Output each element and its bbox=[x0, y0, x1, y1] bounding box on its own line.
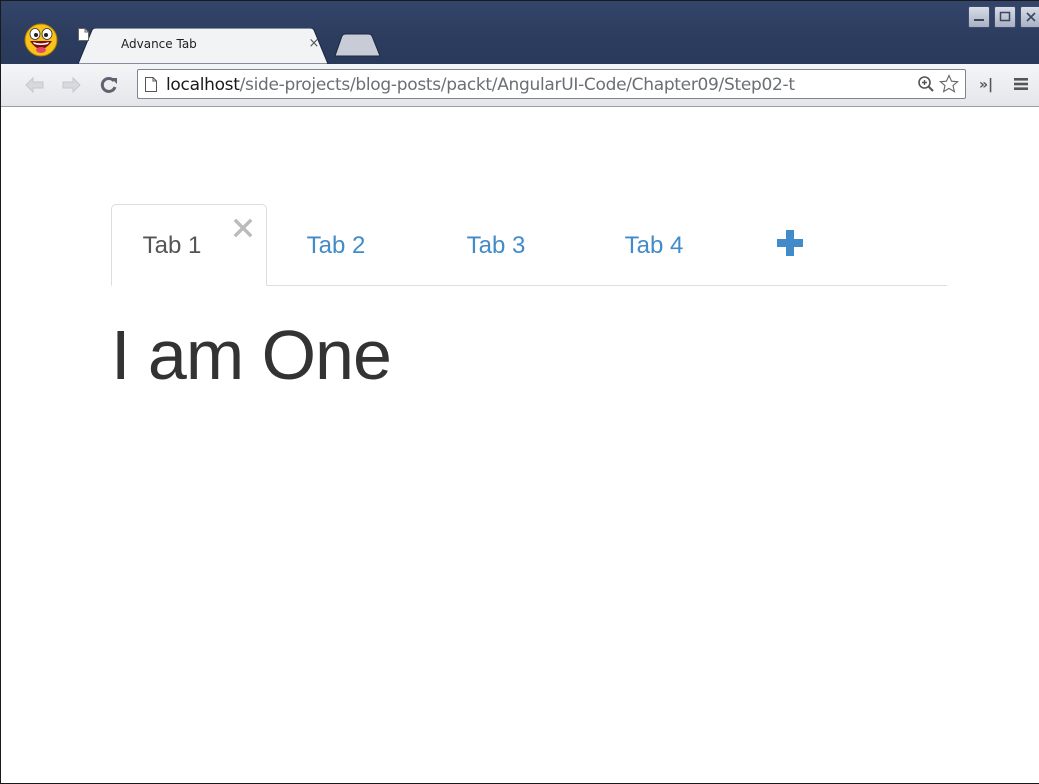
tab-label: Tab 3 bbox=[466, 232, 526, 259]
tab-label: Tab 4 bbox=[624, 232, 684, 259]
star-icon[interactable] bbox=[939, 74, 959, 94]
reload-icon[interactable] bbox=[99, 75, 119, 95]
close-icon[interactable] bbox=[232, 217, 254, 239]
tab-3[interactable]: Tab 3 bbox=[429, 204, 563, 286]
close-icon[interactable]: × bbox=[307, 36, 321, 52]
menu-icon[interactable] bbox=[1013, 77, 1029, 91]
tab-label: Tab 2 bbox=[306, 232, 366, 259]
tab-2[interactable]: Tab 2 bbox=[269, 204, 403, 286]
address-bar[interactable]: localhost/side-projects/blog-posts/packt… bbox=[137, 69, 966, 99]
add-tab-plus-icon[interactable] bbox=[775, 228, 805, 258]
url-path: /side-projects/blog-posts/packt/AngularU… bbox=[239, 75, 795, 95]
extensions-overflow-icon[interactable]: »| bbox=[979, 77, 993, 93]
maximize-icon[interactable] bbox=[994, 6, 1016, 28]
browser-tab-active[interactable]: Advance Tab × bbox=[78, 28, 330, 64]
browser-toolbar: localhost/side-projects/blog-posts/packt… bbox=[1, 64, 1039, 107]
window-controls bbox=[964, 6, 1039, 30]
browser-tab-title: Advance Tab bbox=[121, 37, 197, 51]
title-bar: Advance Tab × bbox=[1, 1, 1039, 64]
forward-icon[interactable] bbox=[61, 75, 81, 95]
new-tab-icon[interactable] bbox=[334, 33, 382, 57]
tab-label: Tab 1 bbox=[142, 232, 202, 259]
tab-4[interactable]: Tab 4 bbox=[587, 204, 721, 286]
tab-content-heading: I am One bbox=[111, 316, 392, 394]
tab-nav: Tab 1 Tab 2 Tab 3 Tab 4 bbox=[111, 204, 947, 286]
window-close-icon[interactable] bbox=[1020, 6, 1039, 28]
tab-1[interactable]: Tab 1 bbox=[111, 204, 267, 286]
url-text: localhost/side-projects/blog-posts/packt… bbox=[166, 75, 795, 95]
zoom-icon[interactable] bbox=[917, 75, 935, 93]
omnibox-actions bbox=[915, 73, 961, 95]
page-icon bbox=[78, 28, 89, 41]
minimize-icon[interactable] bbox=[968, 6, 990, 28]
browser-window: Advance Tab × localhost/side-projects/bl… bbox=[0, 0, 1039, 784]
smiley-avatar-icon[interactable] bbox=[24, 23, 58, 57]
page-content: Tab 1 Tab 2 Tab 3 Tab 4 I am One bbox=[1, 107, 1039, 783]
back-icon[interactable] bbox=[25, 75, 45, 95]
tab-shape bbox=[78, 28, 329, 64]
page-icon bbox=[145, 77, 157, 92]
url-host: localhost bbox=[166, 75, 240, 95]
